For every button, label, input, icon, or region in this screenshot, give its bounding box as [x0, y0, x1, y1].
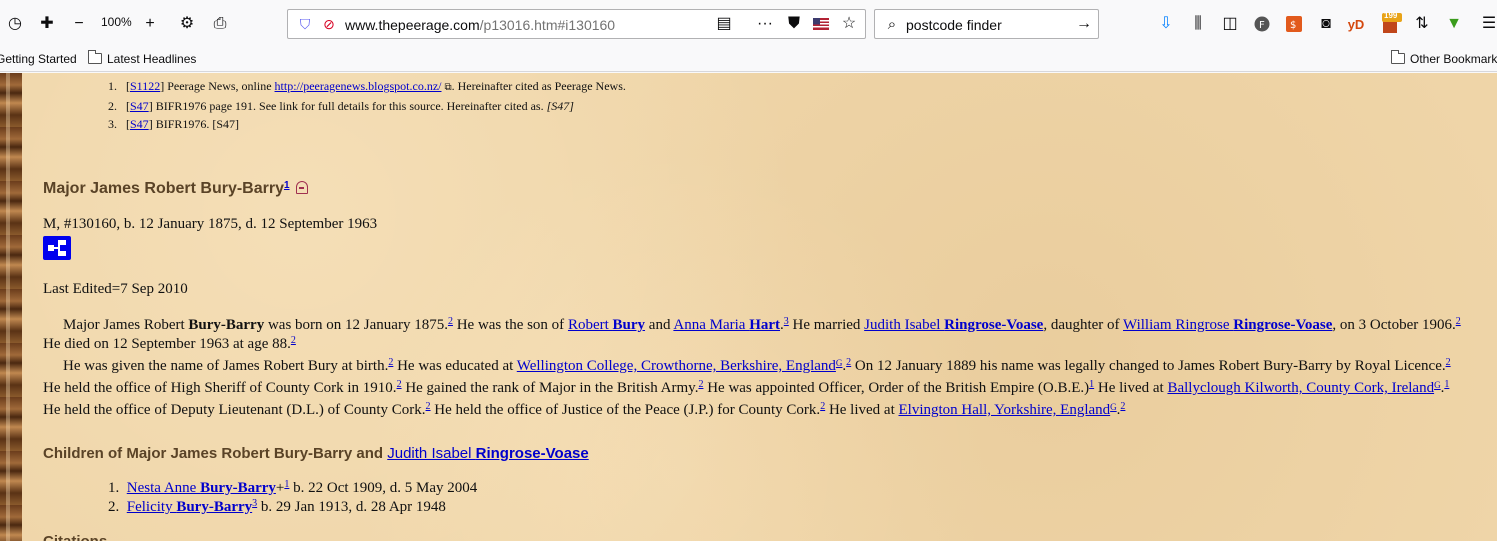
- citation-item: 2. [S47] BIFR1976 page 191. See link for…: [108, 99, 574, 113]
- college-link[interactable]: Wellington College, Crowthorne, Berkshir…: [517, 358, 836, 374]
- place-link[interactable]: Ballyclough Kilworth, County Cork, Irela…: [1167, 380, 1434, 396]
- badge-count: 199: [1384, 11, 1398, 20]
- citation-item: 3. [S47] BIFR1976. [S47]: [108, 117, 240, 131]
- bookmarks-bar: Getting Started Latest Headlines Other B…: [0, 47, 1497, 72]
- folder-icon: [88, 50, 102, 64]
- menu-hamburger-icon[interactable]: ☰: [1478, 13, 1497, 35]
- extension-s-icon[interactable]: $: [1283, 13, 1305, 35]
- child-item: 2. Felicity Bury-Barry3 b. 29 Jan 1913, …: [108, 498, 446, 516]
- children-heading: Children of Major James Robert Bury-Barr…: [43, 445, 589, 462]
- bio-paragraph-2: He was given the name of James Robert Bu…: [43, 357, 1451, 419]
- biography: Major James Robert Bury-Barry was born o…: [43, 316, 1463, 420]
- mother-link[interactable]: Anna Maria Hart: [673, 317, 780, 333]
- green-arrow-icon[interactable]: ▼: [1443, 13, 1465, 35]
- library-icon[interactable]: ⫼: [1187, 13, 1209, 35]
- history-clock-icon[interactable]: ◷: [4, 13, 26, 35]
- citation-link[interactable]: 2: [1446, 357, 1451, 368]
- pocket-icon[interactable]: ⛊: [783, 13, 805, 35]
- bookmark-label: Other Bookmarks: [1410, 52, 1497, 66]
- downloads-icon[interactable]: ⇩: [1155, 13, 1177, 35]
- bio-paragraph-1: Major James Robert Bury-Barry was born o…: [43, 316, 1461, 353]
- children-list: 1. Nesta Anne Bury-Barry+1 b. 22 Oct 190…: [108, 479, 477, 517]
- citation-link[interactable]: 2: [1456, 316, 1461, 327]
- print-icon[interactable]: ⎙: [209, 13, 231, 35]
- extension-f-icon[interactable]: F: [1251, 13, 1273, 35]
- peerage-news-link[interactable]: http://peeragenews.blogspot.co.nz/: [275, 79, 442, 93]
- browser-toolbar: ◷ ✚ − 100% + ⚙ ⎙ ⛉ ⊘ www.thepeerage.com/…: [0, 0, 1497, 47]
- insecure-lock-icon[interactable]: ⊘: [318, 13, 340, 35]
- page-actions-icon[interactable]: ···: [754, 13, 776, 35]
- house-icon[interactable]: [295, 181, 308, 194]
- tracking-shield-icon[interactable]: ⛉: [294, 13, 316, 35]
- child-item: 1. Nesta Anne Bury-Barry+1 b. 22 Oct 190…: [108, 479, 478, 497]
- url-text[interactable]: www.thepeerage.com/p13016.htm#i130160: [345, 17, 615, 33]
- book-spine-decoration: [0, 73, 22, 541]
- wife-link[interactable]: Judith Isabel Ringrose-Voase: [864, 317, 1043, 333]
- settings-gear-icon[interactable]: ⚙: [176, 13, 198, 35]
- child-link[interactable]: Nesta Anne Bury-Barry: [127, 480, 276, 496]
- badge-extension-icon[interactable]: 199: [1381, 11, 1403, 35]
- svg-text:F: F: [1259, 20, 1265, 31]
- zoom-out-icon[interactable]: −: [68, 13, 90, 35]
- reader-view-icon[interactable]: ▤: [713, 13, 735, 35]
- zoom-level[interactable]: 100%: [101, 15, 132, 29]
- map-g-link[interactable]: G: [1110, 402, 1117, 412]
- yd-label: yD: [1347, 16, 1365, 32]
- citation-link[interactable]: 2: [291, 335, 296, 346]
- search-icon: ⌕: [887, 15, 897, 33]
- url-bar[interactable]: ⛉ ⊘ www.thepeerage.com/p13016.htm#i13016…: [287, 9, 866, 39]
- title-citation-link[interactable]: 1: [284, 180, 290, 191]
- citations-heading: Citations: [43, 533, 107, 541]
- person-title: Major James Robert Bury-Barry1: [43, 180, 308, 198]
- url-host: www.thepeerage.com: [345, 17, 480, 33]
- citation-source-link[interactable]: S47: [130, 99, 149, 113]
- bookmark-label: Latest Headlines: [107, 52, 197, 66]
- sort-az-icon[interactable]: ⇅: [1411, 13, 1433, 35]
- map-g-link[interactable]: G: [836, 358, 843, 368]
- citation-list: 1. [S1122] Peerage News, online http://p…: [108, 77, 626, 133]
- spouse-link[interactable]: Judith Isabel Ringrose-Voase: [387, 445, 588, 462]
- citation-item: 1. [S1122] Peerage News, online http://p…: [108, 79, 626, 93]
- camera-extension-icon[interactable]: ◙: [1315, 13, 1337, 35]
- url-path: /p13016.htm#i130160: [479, 17, 616, 33]
- external-link-icon: ⧉: [444, 82, 452, 93]
- sidebar-icon[interactable]: ◫: [1219, 13, 1241, 35]
- folder-icon: [1391, 50, 1405, 64]
- zoom-in-icon[interactable]: +: [139, 13, 161, 35]
- place-link[interactable]: Elvington Hall, Yorkshire, England: [899, 402, 1111, 418]
- citation-link[interactable]: 2: [1120, 401, 1125, 412]
- citation-link[interactable]: 1: [1444, 379, 1449, 390]
- father-link[interactable]: Robert Bury: [568, 317, 645, 333]
- citation-source-link[interactable]: S47: [130, 117, 149, 131]
- bookmark-other[interactable]: Other Bookmarks: [1391, 50, 1497, 66]
- extensions-puzzle-icon[interactable]: ✚: [36, 13, 58, 35]
- search-bar[interactable]: ⌕ postcode finder →: [874, 9, 1099, 39]
- person-summary: M, #130160, b. 12 January 1875, d. 12 Se…: [43, 216, 378, 232]
- last-edited: Last Edited=7 Sep 2010: [43, 281, 188, 297]
- wife-father-link[interactable]: William Ringrose Ringrose-Voase: [1123, 317, 1332, 333]
- yd-extension-icon[interactable]: yD: [1345, 13, 1367, 35]
- page-content: 1. [S1122] Peerage News, online http://p…: [0, 73, 1497, 541]
- map-g-link[interactable]: G: [1434, 380, 1441, 390]
- bookmark-getting-started[interactable]: Getting Started: [0, 52, 77, 66]
- family-tree-icon[interactable]: [43, 236, 71, 260]
- search-go-arrow-icon[interactable]: →: [1073, 13, 1095, 35]
- search-input[interactable]: postcode finder: [906, 17, 1002, 33]
- bookmark-star-icon[interactable]: ☆: [838, 13, 860, 35]
- us-flag-icon[interactable]: [810, 13, 832, 35]
- citation-source-link[interactable]: S1122: [130, 79, 160, 93]
- bookmark-latest-headlines[interactable]: Latest Headlines: [88, 50, 197, 66]
- svg-text:$: $: [1290, 20, 1296, 31]
- child-link[interactable]: Felicity Bury-Barry: [127, 499, 252, 515]
